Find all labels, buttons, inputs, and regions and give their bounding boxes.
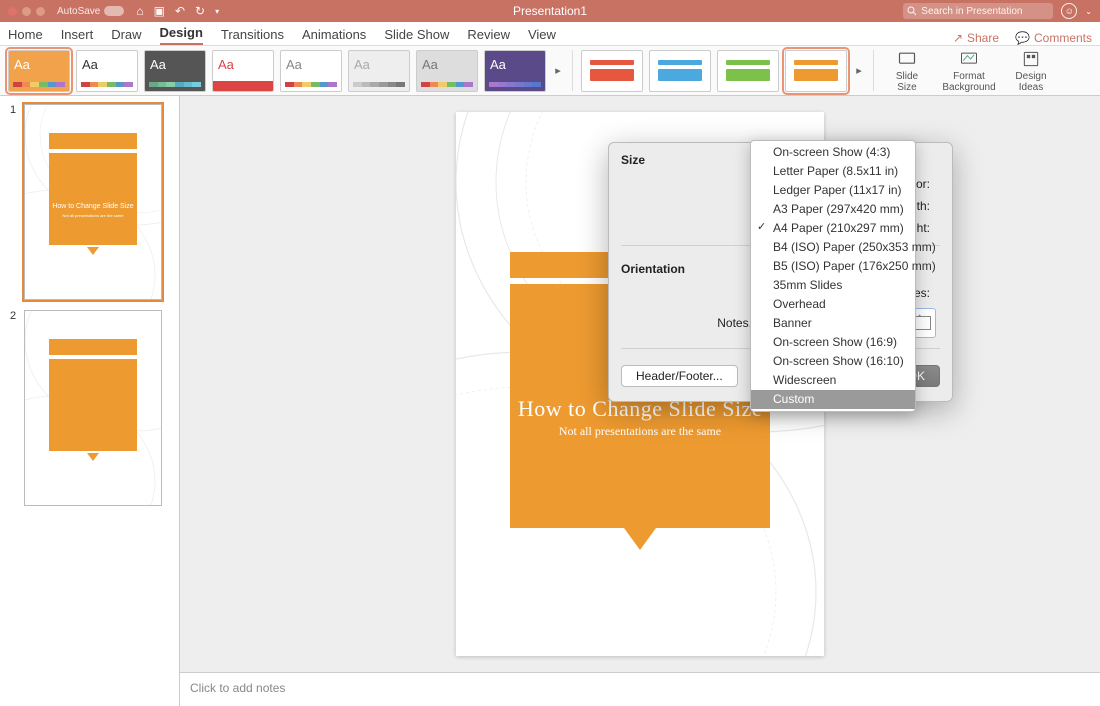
titlebar-chevron-icon[interactable]: ⌄ <box>1085 7 1092 16</box>
ribbon-design-panel: Aa Aa Aa Aa Aa Aa Aa Aa ▸ ▸ Slide Size F… <box>0 46 1100 96</box>
tab-home[interactable]: Home <box>8 23 43 45</box>
dropdown-item[interactable]: On-screen Show (16:10) <box>751 352 915 371</box>
tab-draw[interactable]: Draw <box>111 23 141 45</box>
title-bar: AutoSave ⌂ ▣ ↶ ↻ ▾ Presentation1 Search … <box>0 0 1100 22</box>
slide-size-dropdown: On-screen Show (4:3)Letter Paper (8.5x11… <box>750 140 916 412</box>
tab-review[interactable]: Review <box>467 23 510 45</box>
thumbnail-number: 1 <box>10 104 18 300</box>
theme-thumb[interactable]: Aa <box>280 50 342 92</box>
variant-thumb[interactable] <box>717 50 779 92</box>
variant-thumb[interactable] <box>649 50 711 92</box>
theme-thumb[interactable]: Aa <box>76 50 138 92</box>
dropdown-item[interactable]: A3 Paper (297x420 mm) <box>751 200 915 219</box>
variant-gallery-more-icon[interactable]: ▸ <box>853 64 865 77</box>
theme-gallery: Aa Aa Aa Aa Aa Aa Aa Aa ▸ <box>8 50 564 92</box>
dropdown-item[interactable]: Ledger Paper (11x17 in) <box>751 181 915 200</box>
dropdown-item[interactable]: On-screen Show (16:9) <box>751 333 915 352</box>
dropdown-item[interactable]: Custom <box>751 390 915 409</box>
dropdown-item[interactable]: Banner <box>751 314 915 333</box>
slide-thumbnail[interactable]: How to Change Slide Size Not all present… <box>24 104 162 300</box>
autosave-toggle[interactable]: AutoSave <box>57 6 124 17</box>
undo-icon[interactable]: ↶ <box>175 4 185 18</box>
qat-more-icon[interactable]: ▾ <box>215 7 219 16</box>
variant-gallery: ▸ <box>581 50 865 92</box>
slide-shape-tail <box>624 528 656 550</box>
dropdown-item[interactable]: B4 (ISO) Paper (250x353 mm) <box>751 238 915 257</box>
quick-access-toolbar: ⌂ ▣ ↶ ↻ ▾ <box>136 4 219 18</box>
tab-slideshow[interactable]: Slide Show <box>384 23 449 45</box>
slide-thumbnail-panel: 1 How to Change Slide Size Not all prese… <box>0 96 180 706</box>
design-ideas-icon <box>1021 49 1041 69</box>
dropdown-item[interactable]: On-screen Show (4:3) <box>751 143 915 162</box>
comments-button[interactable]: 💬Comments <box>1015 31 1092 45</box>
search-input[interactable]: Search in Presentation <box>903 3 1053 19</box>
redo-icon[interactable]: ↻ <box>195 4 205 18</box>
account-avatar-icon[interactable]: ☺ <box>1061 3 1077 19</box>
comments-icon: 💬 <box>1015 31 1030 45</box>
dropdown-item[interactable]: 35mm Slides <box>751 276 915 295</box>
theme-thumb[interactable]: Aa <box>144 50 206 92</box>
dropdown-item[interactable]: Overhead <box>751 295 915 314</box>
dropdown-item[interactable]: B5 (ISO) Paper (176x250 mm) <box>751 257 915 276</box>
slide-subtitle-text[interactable]: Not all presentations are the same <box>456 424 824 439</box>
search-placeholder: Search in Presentation <box>921 6 1022 17</box>
theme-gallery-more-icon[interactable]: ▸ <box>552 64 564 77</box>
share-icon: ↗ <box>953 31 963 45</box>
home-icon[interactable]: ⌂ <box>136 4 143 18</box>
close-window-icon[interactable] <box>8 7 17 16</box>
dropdown-item[interactable]: A4 Paper (210x297 mm) <box>751 219 915 238</box>
window-controls <box>0 7 45 16</box>
document-title: Presentation1 <box>513 4 587 18</box>
dropdown-item[interactable]: Letter Paper (8.5x11 in) <box>751 162 915 181</box>
variant-thumb[interactable] <box>581 50 643 92</box>
design-ideas-button[interactable]: Design Ideas <box>1006 49 1056 93</box>
slide-size-icon <box>897 49 917 69</box>
tab-insert[interactable]: Insert <box>61 23 94 45</box>
zoom-window-icon[interactable] <box>36 7 45 16</box>
variant-thumb[interactable] <box>785 50 847 92</box>
share-button[interactable]: ↗Share <box>953 31 999 45</box>
slide-size-button[interactable]: Slide Size <box>882 49 932 93</box>
theme-thumb[interactable]: Aa <box>8 50 70 92</box>
notes-pane[interactable]: Click to add notes <box>180 672 1100 706</box>
notes-placeholder: Click to add notes <box>190 681 285 695</box>
save-icon[interactable]: ▣ <box>154 4 165 18</box>
tab-design[interactable]: Design <box>160 21 203 45</box>
autosave-switch-icon[interactable] <box>104 6 124 16</box>
tab-view[interactable]: View <box>528 23 556 45</box>
format-background-button[interactable]: Format Background <box>944 49 994 93</box>
slide-thumbnail[interactable] <box>24 310 162 506</box>
minimize-window-icon[interactable] <box>22 7 31 16</box>
theme-thumb[interactable]: Aa <box>416 50 478 92</box>
search-icon <box>907 6 917 16</box>
theme-thumb[interactable]: Aa <box>212 50 274 92</box>
ribbon-separator <box>572 50 573 91</box>
header-footer-button[interactable]: Header/Footer... <box>621 365 738 387</box>
tab-transitions[interactable]: Transitions <box>221 23 284 45</box>
autosave-label: AutoSave <box>57 6 100 17</box>
theme-thumb[interactable]: Aa <box>484 50 546 92</box>
theme-thumb[interactable]: Aa <box>348 50 410 92</box>
dropdown-item[interactable]: Widescreen <box>751 371 915 390</box>
tab-animations[interactable]: Animations <box>302 23 366 45</box>
format-background-icon <box>959 49 979 69</box>
ribbon-tabs: Home Insert Draw Design Transitions Anim… <box>0 22 1100 46</box>
ribbon-separator <box>873 50 874 91</box>
thumbnail-number: 2 <box>10 310 18 506</box>
ribbon-customize-group: Slide Size Format Background Design Idea… <box>882 49 1056 93</box>
